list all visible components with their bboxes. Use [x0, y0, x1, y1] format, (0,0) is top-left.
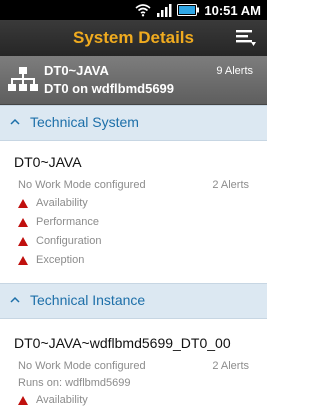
runs-on-text: Runs on: wdflbmd5699 [18, 377, 131, 389]
alert-count: 2 Alerts [212, 179, 249, 191]
alert-triangle-icon [18, 217, 28, 227]
chevron-up-icon [10, 118, 20, 125]
section-title: Technical Instance [30, 292, 146, 308]
status-bar: 10:51 AM [0, 0, 267, 20]
work-mode-text: No Work Mode configured [18, 179, 146, 191]
metric-label: Performance [36, 216, 99, 228]
metric-availability[interactable]: Availability [18, 392, 88, 408]
metric-label: Exception [36, 254, 85, 266]
system-name: DT0~JAVA [44, 63, 109, 78]
clock: 10:51 AM [204, 2, 261, 18]
alert-triangle-icon [18, 236, 28, 246]
section-header-technical-instance[interactable]: Technical Instance [0, 283, 267, 319]
battery-icon [177, 4, 200, 16]
section-title: Technical System [30, 114, 139, 130]
technical-system-name[interactable]: DT0~JAVA [14, 154, 82, 170]
technical-instance-name[interactable]: DT0~JAVA~wdflbmd5699_DT0_00 [14, 335, 231, 351]
metric-configuration[interactable]: Configuration [18, 233, 101, 249]
alert-triangle-icon [18, 395, 28, 405]
page-title: System Details [73, 28, 194, 47]
alert-count: 2 Alerts [212, 360, 249, 372]
hierarchy-icon [8, 67, 38, 91]
title-bar: System Details [0, 20, 267, 56]
menu-icon[interactable] [235, 28, 257, 48]
metric-availability[interactable]: Availability [18, 195, 88, 211]
system-alert-count: 9 Alerts [216, 65, 253, 77]
system-host: DT0 on wdflbmd5699 [44, 81, 175, 96]
alert-triangle-icon [18, 255, 28, 265]
alert-triangle-icon [18, 198, 28, 208]
status-icons: 10:51 AM [135, 0, 261, 20]
system-summary-bar[interactable]: DT0~JAVA DT0 on wdflbmd5699 9 Alerts [0, 56, 267, 105]
chevron-up-icon [10, 296, 20, 303]
metric-label: Availability [36, 394, 88, 406]
work-mode-text: No Work Mode configured [18, 360, 146, 372]
wifi-icon [135, 4, 151, 17]
metric-exception[interactable]: Exception [18, 252, 84, 268]
section-header-technical-system[interactable]: Technical System [0, 105, 267, 141]
metric-label: Configuration [36, 235, 102, 247]
metric-label: Availability [36, 197, 88, 209]
signal-icon [157, 4, 172, 17]
metric-performance[interactable]: Performance [18, 214, 99, 230]
